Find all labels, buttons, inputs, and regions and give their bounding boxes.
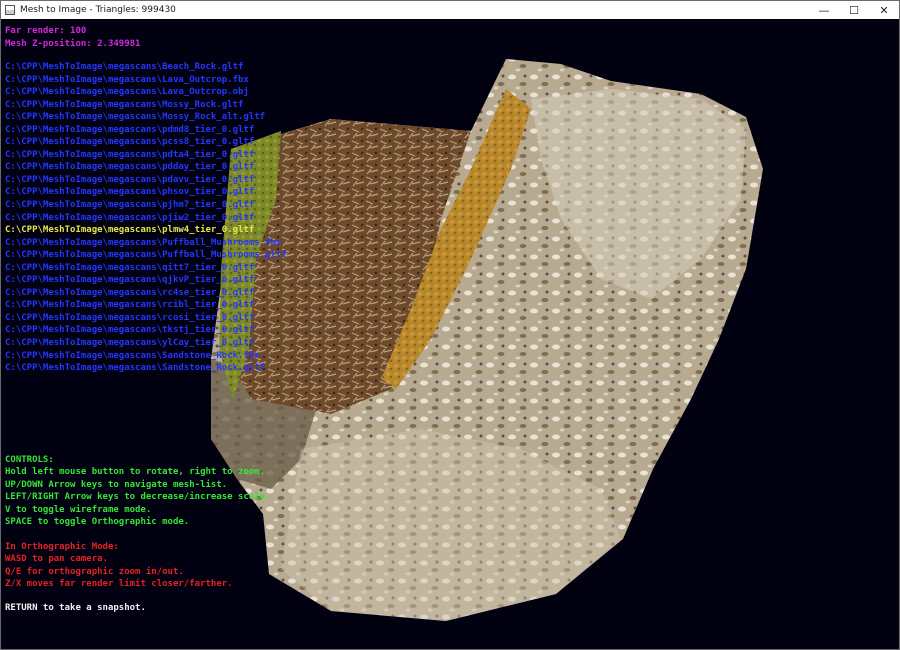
mesh-list: C:\CPP\MeshToImage\megascans\Beach_Rock.…: [5, 61, 287, 375]
app-icon: [5, 5, 15, 15]
orthographic-line: Z/X moves far render limit closer/farthe…: [5, 579, 233, 590]
controls-line: UP/DOWN Arrow keys to navigate mesh-list…: [5, 479, 228, 490]
controls-line: Hold left mouse button to rotate, right …: [5, 467, 266, 478]
mesh-list-item: C:\CPP\MeshToImage\megascans\Mossy_Rock_…: [5, 112, 266, 123]
close-button[interactable]: ✕: [869, 1, 899, 19]
mesh-list-item: C:\CPP\MeshToImage\megascans\pcss8_tier_…: [5, 137, 255, 148]
mesh-list-item: C:\CPP\MeshToImage\megascans\Lava_Outcro…: [5, 74, 249, 85]
orthographic-line: WASD to pan camera.: [5, 554, 108, 565]
orthographic-help: In Orthographic Mode: WASD to pan camera.…: [5, 541, 233, 591]
mesh-list-item: C:\CPP\MeshToImage\megascans\Beach_Rock.…: [5, 62, 244, 72]
mesh-list-item: C:\CPP\MeshToImage\megascans\Sandstone_R…: [5, 363, 266, 374]
maximize-button[interactable]: ☐: [839, 1, 869, 19]
mesh-list-item: C:\CPP\MeshToImage\megascans\qitt7_tier_…: [5, 262, 255, 273]
far-render-readout: Far render: 100: [5, 26, 87, 36]
controls-line: V to toggle wireframe mode.: [5, 504, 152, 515]
snapshot-hint: RETURN to take a snapshot.: [5, 603, 146, 613]
mesh-list-item: C:\CPP\MeshToImage\megascans\pdavv_tier_…: [5, 174, 255, 185]
orthographic-line: In Orthographic Mode:: [5, 542, 119, 552]
mesh-list-item: C:\CPP\MeshToImage\megascans\Sandstone_R…: [5, 350, 260, 361]
mesh-list-item-selected: C:\CPP\MeshToImage\megascans\plmw4_tier_…: [5, 225, 255, 236]
orthographic-line: Q/E for orthographic zoom in/out.: [5, 566, 184, 577]
controls-line: SPACE to toggle Orthographic mode.: [5, 516, 190, 527]
mesh-list-item: C:\CPP\MeshToImage\megascans\Lava_Outcro…: [5, 87, 249, 98]
mesh-z-readout: Mesh Z-position: 2.349981: [5, 38, 141, 49]
controls-line: LEFT/RIGHT Arrow keys to decrease/increa…: [5, 492, 271, 503]
mesh-list-item: C:\CPP\MeshToImage\megascans\rcosi_tier_…: [5, 312, 255, 323]
mesh-list-item: C:\CPP\MeshToImage\megascans\Puffball_Mu…: [5, 237, 282, 248]
status-readout: Far render: 100 Mesh Z-position: 2.34998…: [5, 25, 140, 50]
render-viewport[interactable]: Far render: 100 Mesh Z-position: 2.34998…: [1, 19, 899, 649]
minimize-button[interactable]: —: [809, 1, 839, 19]
title-bar[interactable]: Mesh to Image - Triangles: 999430 — ☐ ✕: [1, 1, 899, 19]
controls-help: CONTROLS: Hold left mouse button to rotat…: [5, 454, 271, 528]
mesh-list-item: C:\CPP\MeshToImage\megascans\pjiw2_tier_…: [5, 212, 255, 223]
mesh-list-item: C:\CPP\MeshToImage\megascans\tkstj_tier_…: [5, 325, 255, 336]
mesh-list-item: C:\CPP\MeshToImage\megascans\qjkvP_tier_…: [5, 275, 255, 286]
mesh-list-item: C:\CPP\MeshToImage\megascans\phsov_tier_…: [5, 187, 255, 198]
mesh-list-item: C:\CPP\MeshToImage\megascans\pdday_tier_…: [5, 162, 255, 173]
mesh-list-item: C:\CPP\MeshToImage\megascans\pdta4_tier_…: [5, 149, 255, 160]
mesh-list-item: C:\CPP\MeshToImage\megascans\ylCay_tier_…: [5, 338, 255, 349]
window-title: Mesh to Image - Triangles: 999430: [20, 5, 176, 15]
mesh-list-item: C:\CPP\MeshToImage\megascans\pdmd8_tier_…: [5, 124, 255, 135]
mesh-list-item: C:\CPP\MeshToImage\megascans\pjhm7_tier_…: [5, 200, 255, 211]
controls-line: CONTROLS:: [5, 455, 54, 465]
mesh-list-item: C:\CPP\MeshToImage\megascans\Mossy_Rock.…: [5, 99, 244, 110]
mesh-list-item: C:\CPP\MeshToImage\megascans\Puffball_Mu…: [5, 250, 287, 261]
app-window: Mesh to Image - Triangles: 999430 — ☐ ✕: [0, 0, 900, 650]
mesh-list-item: C:\CPP\MeshToImage\megascans\rcibl_tier_…: [5, 300, 255, 311]
mesh-list-item: C:\CPP\MeshToImage\megascans\rc4se_tier_…: [5, 287, 255, 298]
